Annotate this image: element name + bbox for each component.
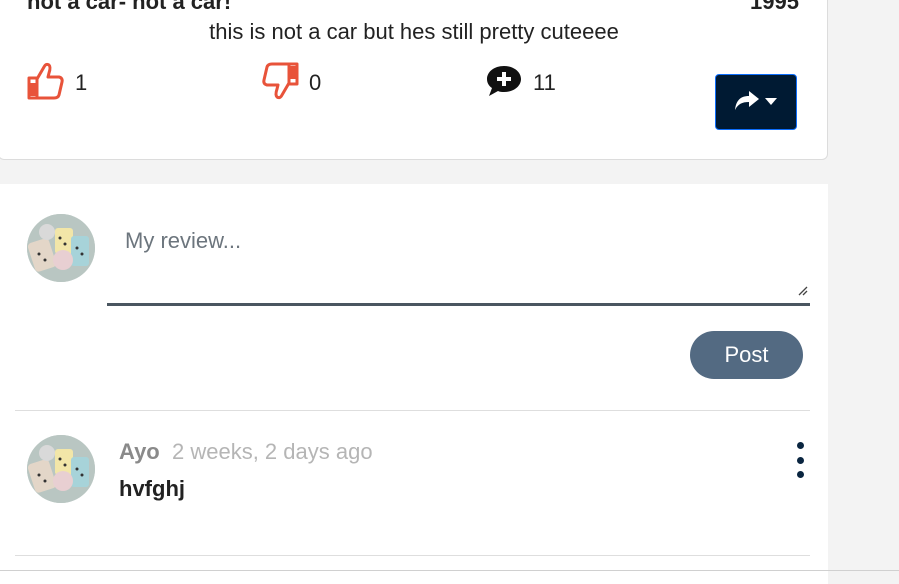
comment-count: 11 <box>533 70 556 95</box>
comment-author-name[interactable]: Ayo <box>119 439 160 465</box>
share-dropdown-button[interactable] <box>715 74 797 130</box>
comment-author-avatar[interactable] <box>27 435 95 503</box>
resize-handle-icon[interactable] <box>796 283 808 301</box>
divider <box>15 410 810 411</box>
thumbs-down-icon <box>261 61 299 106</box>
comments-button[interactable]: 11 <box>485 63 556 103</box>
post-title: not a car- not a car! <box>27 0 232 14</box>
post-button[interactable]: Post <box>690 331 803 379</box>
share-icon <box>734 89 760 116</box>
comment-text: hvfghj <box>119 476 185 501</box>
current-user-avatar <box>27 214 95 282</box>
comment-plus-icon <box>485 63 523 104</box>
review-input[interactable] <box>107 214 810 303</box>
caret-down-icon <box>764 93 778 111</box>
like-count: 1 <box>75 70 88 95</box>
comment-timestamp: 2 weeks, 2 days ago <box>172 439 373 464</box>
divider <box>15 555 810 556</box>
dislike-button[interactable]: 0 <box>261 61 322 106</box>
post-caption: this is not a car but hes still pretty c… <box>209 19 619 44</box>
kebab-dot <box>796 456 804 464</box>
review-textarea-wrapper <box>107 214 810 306</box>
like-button[interactable]: 1 <box>27 61 88 106</box>
kebab-dot <box>796 471 804 478</box>
post-year: 1995 <box>750 0 799 14</box>
post-card: not a car- not a car! 1995 this is not a… <box>0 0 828 160</box>
comment-options-icon[interactable] <box>792 440 808 480</box>
review-panel: Post Ayo 2 weeks, 2 days ago hvfghj <box>0 184 828 584</box>
kebab-dot <box>796 442 804 449</box>
dislike-count: 0 <box>309 70 322 95</box>
thumbs-up-icon <box>27 61 65 106</box>
